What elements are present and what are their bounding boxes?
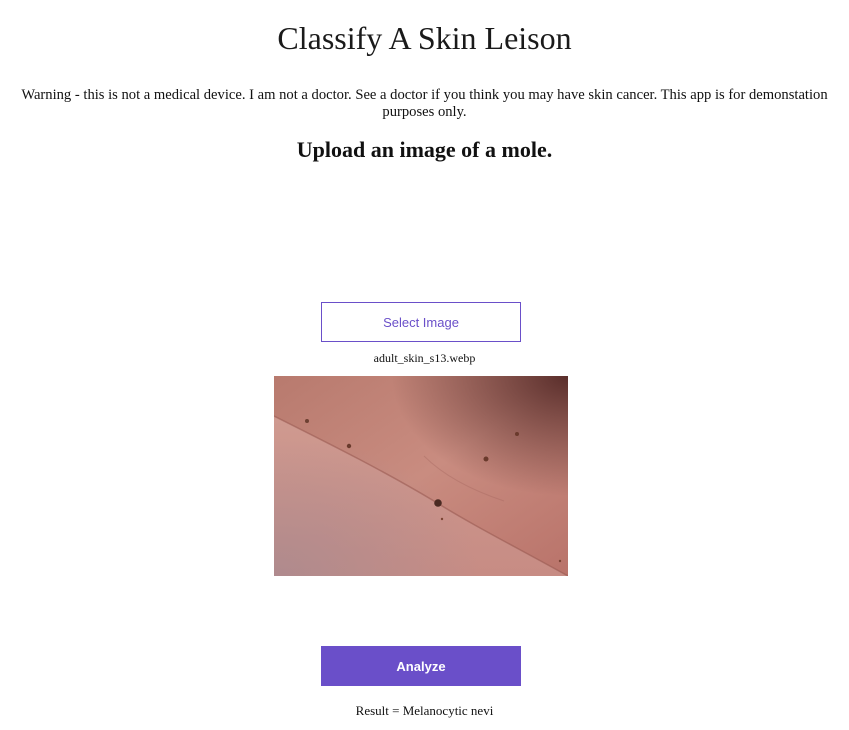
- analyze-button[interactable]: Analyze: [321, 646, 521, 686]
- disclaimer-text: Warning - this is not a medical device. …: [21, 87, 828, 120]
- select-image-button[interactable]: Select Image: [321, 302, 521, 342]
- uploaded-image-preview: [274, 376, 568, 576]
- page: Classify A Skin Leison Warning - this is…: [0, 0, 849, 730]
- result-text: Result = Melanocytic nevi: [355, 703, 494, 718]
- upload-instruction: Upload an image of a mole.: [296, 137, 553, 162]
- skin-photo-image: [274, 376, 568, 576]
- page-title: Classify A Skin Leison: [277, 20, 572, 56]
- selected-filename: adult_skin_s13.webp: [373, 351, 476, 365]
